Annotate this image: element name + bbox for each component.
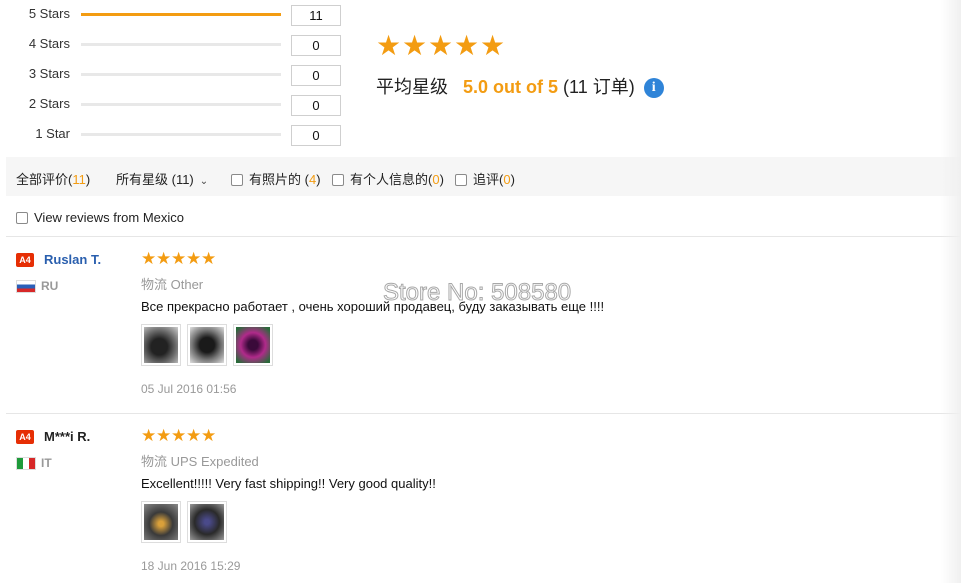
filter-with-photos[interactable]: 有照片的 (4): [231, 169, 321, 188]
filter-follow-up[interactable]: 追评(0): [455, 169, 515, 188]
review-date: 05 Jul 2016 01:56: [141, 382, 237, 396]
filter-personal-label: 有个人信息的: [350, 172, 429, 187]
filter-followup-count: 0: [503, 172, 511, 187]
rating-summary: ★ ★ ★ ★ ★ 平均星级 5.0 out of 5 (11 订单) i: [376, 30, 664, 98]
country-filter[interactable]: View reviews from Mexico: [16, 210, 184, 225]
order-count: (11 订单): [563, 77, 635, 97]
rating-bar: [81, 133, 281, 136]
review-text: Excellent!!!!! Very fast shipping!! Very…: [141, 476, 436, 491]
star-icon: ★: [141, 249, 157, 268]
photo-thumb[interactable]: [187, 501, 227, 543]
photo-thumb[interactable]: [233, 324, 273, 366]
star-icon: ★: [171, 249, 187, 268]
filter-followup-label: 追评: [473, 172, 500, 187]
star-icon: ★: [201, 249, 217, 268]
rating-row-label: 1 Star: [35, 126, 70, 141]
rating-count-box: 0: [291, 125, 341, 146]
rating-bar: [81, 103, 281, 106]
reviewer-country: RU: [41, 279, 59, 293]
star-icon: ★: [402, 30, 428, 61]
review-star-rating: ★ ★ ★ ★ ★: [141, 249, 217, 268]
italy-flag-icon: [16, 457, 36, 470]
star-icon: ★: [454, 30, 480, 61]
shipping-method: 物流 UPS Expedited: [141, 454, 259, 469]
rating-row-label: 3 Stars: [28, 66, 70, 81]
divider: [6, 236, 961, 237]
review-photos: [141, 501, 227, 543]
photo-thumb[interactable]: [187, 324, 227, 366]
rating-count-box: 11: [291, 5, 341, 26]
photo-thumb[interactable]: [141, 324, 181, 366]
filter-photos-label: 有照片的: [249, 172, 302, 187]
buyer-level-badge: A4: [16, 253, 34, 267]
filter-with-personal-info[interactable]: 有个人信息的(0): [332, 169, 444, 188]
rating-count-box: 0: [291, 35, 341, 56]
checkbox[interactable]: [16, 212, 28, 224]
filter-personal-count: 0: [432, 172, 440, 187]
scrollbar-track[interactable]: [941, 0, 961, 583]
buyer-level-badge: A4: [16, 430, 34, 444]
rating-bar: [81, 43, 281, 46]
rating-row-label: 5 Stars: [28, 6, 70, 21]
info-icon[interactable]: i: [643, 78, 664, 98]
checkbox[interactable]: [332, 174, 344, 186]
star-icon: ★: [428, 30, 454, 61]
review-date: 18 Jun 2016 15:29: [141, 559, 241, 573]
rating-bar-fill: [81, 13, 281, 16]
star-icon: ★: [156, 426, 172, 445]
rating-row-5[interactable]: 5 Stars 11: [0, 0, 360, 30]
rating-row-2[interactable]: 2 Stars 0: [0, 90, 360, 120]
russia-flag-icon: [16, 280, 36, 293]
star-icon: ★: [480, 30, 506, 61]
rating-count-box: 0: [291, 65, 341, 86]
star-icon: ★: [186, 426, 202, 445]
photo-thumb[interactable]: [141, 501, 181, 543]
average-rating-value: 5.0 out of 5: [463, 77, 559, 97]
star-filter-label: 所有星级 (11): [116, 172, 194, 187]
review-photos: [141, 324, 273, 366]
filter-photos-count: 4: [308, 172, 317, 187]
shipping-method: 物流 Other: [141, 277, 204, 292]
average-rating-line: 平均星级 5.0 out of 5 (11 订单) i: [376, 73, 664, 99]
rating-row-1[interactable]: 1 Star 0: [0, 120, 360, 150]
review-filter-bar: 全部评价(11) 所有星级 (11) ⌄ 有照片的 (4) 有个人信息的(0) 追…: [6, 157, 961, 196]
rating-bar: [81, 73, 281, 76]
reviewer-country: IT: [41, 456, 52, 470]
chevron-down-icon: ⌄: [199, 176, 209, 187]
review-star-rating: ★ ★ ★ ★ ★: [141, 426, 217, 445]
filter-all-label: 全部评价: [16, 172, 69, 187]
star-icon: ★: [156, 249, 172, 268]
rating-bar: [81, 13, 281, 16]
star-icon: ★: [141, 426, 157, 445]
divider: [6, 413, 961, 414]
average-rating-label: 平均星级: [376, 77, 448, 97]
store-watermark: Store No: 508580: [382, 279, 572, 307]
rating-count-box: 0: [291, 95, 341, 116]
checkbox[interactable]: [231, 174, 243, 186]
reviewer-name[interactable]: Ruslan T.: [44, 252, 101, 267]
star-icon: ★: [186, 249, 202, 268]
reviewer-name[interactable]: M***i R.: [44, 429, 90, 444]
filter-all-count: 11: [72, 172, 86, 187]
star-icon: ★: [171, 426, 187, 445]
country-filter-label: View reviews from Mexico: [34, 210, 185, 225]
rating-row-label: 4 Stars: [28, 36, 70, 51]
checkbox[interactable]: [455, 174, 467, 186]
rating-row-4[interactable]: 4 Stars 0: [0, 30, 360, 60]
filter-all-reviews[interactable]: 全部评价(11): [16, 169, 90, 188]
star-icon: ★: [201, 426, 217, 445]
rating-row-3[interactable]: 3 Stars 0: [0, 60, 360, 90]
star-icon: ★: [376, 30, 402, 61]
star-filter-dropdown[interactable]: 所有星级 (11) ⌄: [116, 169, 208, 188]
rating-row-label: 2 Stars: [28, 96, 70, 111]
average-star-rating: ★ ★ ★ ★ ★: [376, 30, 506, 61]
